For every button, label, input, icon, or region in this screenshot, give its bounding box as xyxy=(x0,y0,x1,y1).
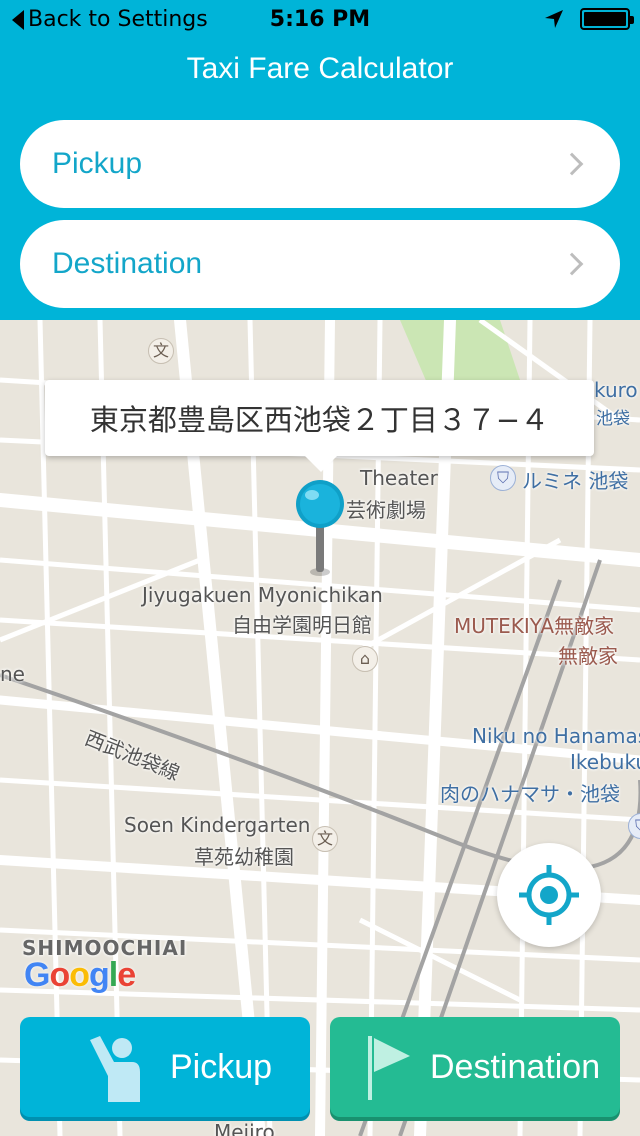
map-label-mejiro: Mejiro xyxy=(214,1120,275,1136)
shopping-poi-icon[interactable]: ⛉ xyxy=(490,465,516,491)
callout-address: 東京都豊島区西池袋２丁目３７−４ xyxy=(89,403,550,437)
location-arrow-icon xyxy=(545,10,563,28)
destination-field-label: Destination xyxy=(52,247,203,280)
map-pin-icon[interactable] xyxy=(294,480,346,580)
waving-person-icon xyxy=(90,1036,140,1102)
map-label-mutekiya-jp: 無敵家 xyxy=(558,644,618,668)
page-title: Taxi Fare Calculator xyxy=(186,52,454,85)
map-label-edge: ne xyxy=(0,662,25,686)
set-pickup-button[interactable]: Pickup xyxy=(20,1017,310,1117)
school-poi-icon[interactable]: 文 xyxy=(148,338,174,364)
pickup-field[interactable]: Pickup xyxy=(20,120,620,208)
chevron-right-icon xyxy=(560,152,584,176)
map-label-jiyugakuen-jp: 自由学園明日館 xyxy=(232,613,372,637)
status-icons xyxy=(544,8,634,30)
map-label-jiyugakuen: Jiyugakuen Myonichikan xyxy=(142,583,383,607)
chevron-right-icon xyxy=(560,252,584,276)
map-label-kuro: kuro xyxy=(594,378,638,402)
pickup-field-label: Pickup xyxy=(52,147,143,180)
map-label-soen: Soen Kindergarten xyxy=(124,813,311,837)
landmark-poi-icon[interactable]: ⌂ xyxy=(352,646,378,672)
address-callout[interactable]: 東京都豊島区西池袋２丁目３７−４ xyxy=(45,380,594,472)
map-label-ikebukuro: 池袋 xyxy=(596,409,630,429)
map-label-theater-jp: 芸術劇場 xyxy=(346,498,426,522)
status-bar: Back to Settings 5:16 PM xyxy=(0,0,640,40)
map-label-niku-2: Ikebuku xyxy=(570,750,640,774)
destination-field[interactable]: Destination xyxy=(20,220,620,308)
map-label-niku-jp: 肉のハナマサ・池袋 xyxy=(440,782,620,806)
flag-icon xyxy=(368,1036,410,1100)
map-label-theater: Theater xyxy=(360,466,438,490)
map-label-mutekiya: MUTEKIYA無敵家 xyxy=(454,614,615,638)
set-destination-button[interactable]: Destination xyxy=(330,1017,620,1117)
header: Back to Settings 5:16 PM Taxi Fare Calcu… xyxy=(0,0,640,320)
map-label-soen-jp: 草苑幼稚園 xyxy=(194,845,294,869)
google-logo: Google xyxy=(24,956,136,994)
battery-icon xyxy=(580,8,634,30)
map-label-lumine: ルミネ 池袋 xyxy=(522,469,629,493)
crosshair-icon xyxy=(519,865,579,925)
map-label-niku: Niku no Hanamas xyxy=(472,724,640,748)
my-location-button[interactable] xyxy=(497,843,601,947)
set-pickup-label: Pickup xyxy=(170,1047,273,1086)
school-poi-icon[interactable]: 文 xyxy=(312,826,338,852)
set-destination-label: Destination xyxy=(430,1047,601,1086)
